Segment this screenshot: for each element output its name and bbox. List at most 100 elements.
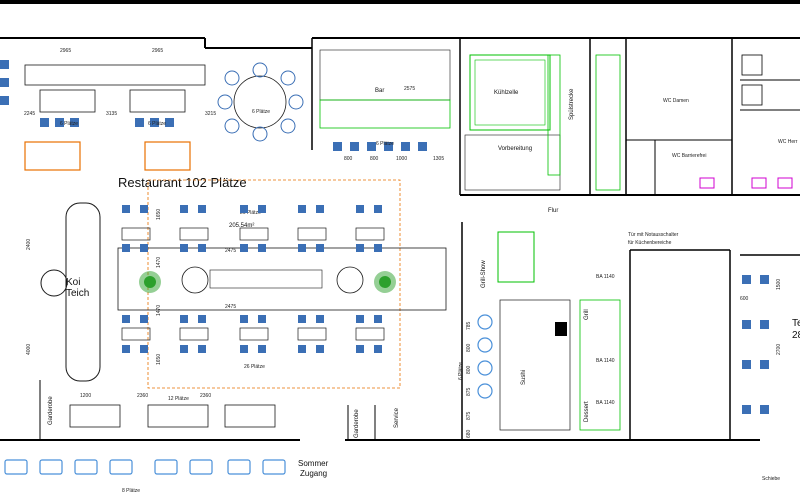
koi-label-2: Teich [66,288,89,299]
bench-center [209,269,323,289]
dim-right-2700: 2700 [776,344,782,355]
dim-bar-800a: 800 [344,156,353,162]
terrace-label-2: 28 [792,330,800,341]
dining-chair [240,244,248,252]
dim-bottom-1200: 1200 [80,393,91,399]
dining-chair [356,345,364,353]
dining-chair [374,244,382,252]
seats-label-12: 12 Plätze [168,396,189,402]
dining-chair [122,244,130,252]
dim-top-2965b: 2965 [152,48,163,54]
dining-table [297,327,327,341]
dining-chair [198,315,206,323]
plant-left [139,271,161,293]
dining-chair [258,315,266,323]
dim-3135: 3135 [106,111,117,117]
dining-chair [258,345,266,353]
kitchen-back: Kühlzelle Vorbereitung Spülstrecke [464,54,575,191]
dining-chair [140,205,148,213]
dim-sushi-800b: 800 [466,365,472,374]
dim-ba-1140c: BA 1140 [596,400,615,406]
dining-chair [374,205,382,213]
seats-label-sushi: 6 Plätze [458,362,464,380]
dining-chair [180,315,188,323]
dim-sushi-800a: 800 [466,343,472,352]
dining-chair [180,244,188,252]
round-table-top: 6 Plätze [217,62,304,142]
wc-damen-label: WC Damen [663,98,689,104]
zugang-label: Zugang [300,469,327,478]
dim-top-2965a: 2965 [60,48,71,54]
booth-area-top-left: 6 Plätze 6 Plätze 2965 2965 2245 3135 32… [0,48,216,171]
koi-label-1: Koi [66,277,80,288]
dining-chair [356,244,364,252]
dining-table [179,227,209,241]
dining-chair [258,244,266,252]
dining-chair [240,205,248,213]
dining-table [179,327,209,341]
dining-chair [198,244,206,252]
bottom-tables: Garderobe Garderobe Service Sommer Zugan… [4,393,400,494]
dining-chair [356,315,364,323]
dim-bar-1000: 1000 [396,156,407,162]
vorbereitung-label: Vorbereitung [498,146,532,152]
seats-label-6c: 6 Plätze [252,109,270,115]
garderobe-label: Garderobe [48,396,54,425]
dining-chair [298,205,306,213]
dim-bottom-2360b: 2360 [200,393,211,399]
dim-ba-1140b: BA 1140 [596,358,615,364]
dim-v-1650b: 1650 [156,354,162,365]
dim-sushi-785: 785 [466,321,472,330]
seats-label-26b: 26 Plätze [244,364,265,370]
dessert-label: Dessert [584,401,590,422]
dim-v-1650a: 1650 [156,209,162,220]
dining-table [355,327,385,341]
spuelstrecke-label: Spülstrecke [569,88,575,120]
plant-right [374,271,396,293]
grill-label: Grill [584,309,590,320]
dining-chair [298,244,306,252]
kuehlzelle-label: Kühlzelle [494,90,519,96]
dim-bar-1305: 1305 [433,156,444,162]
dim-table-2475b: 2475 [225,304,236,310]
wc-herren-label: WC Herr [778,139,798,145]
dim-ba-1140a: BA 1140 [596,274,615,280]
dining-table [297,227,327,241]
dim-sushi-875a: 875 [466,387,472,396]
dining-chair [298,345,306,353]
dining-chair [374,345,382,353]
sushi-grill-kitchen: Grill-Show Sushi Grill Dessert Flur Tür … [458,208,679,438]
dim-bar-2575: 2575 [404,86,415,92]
dining-chair [258,205,266,213]
dining-chair [298,315,306,323]
dim-v-1470a: 1470 [156,257,162,268]
flur-label: Flur [548,208,558,214]
dim-table-2475a: 2475 [225,248,236,254]
grill-show-label: Grill-Show [481,260,487,288]
dim-v-1470b: 1470 [156,305,162,316]
dim-bottom-2360a: 2360 [137,393,148,399]
terrace-label-1: Te [792,318,800,329]
dining-chair [140,244,148,252]
dim-sushi-680: 680 [466,429,472,438]
dining-chair [240,345,248,353]
floor-plan-canvas: 6 Plätze 6 Plätze 2965 2965 2245 3135 32… [0,0,800,494]
dining-chair [122,205,130,213]
seats-label-6b: 6 Plätze [148,121,166,127]
dining-table [239,227,269,241]
notaus-label: Tür mit Notausschalter [628,232,679,238]
dining-chair [316,345,324,353]
seats-label-6d: 6 Plätze [376,141,394,147]
dining-chair [240,315,248,323]
dim-3215: 3215 [205,111,216,117]
dining-chair [356,205,364,213]
dim-bar-800b: 800 [370,156,379,162]
dim-v-2400: 2400 [26,239,32,250]
dining-chair [140,315,148,323]
seats-label-8: 8 Plätze [122,488,140,494]
sushi-label: Sushi [521,370,527,385]
dim-right-600: 600 [740,296,749,302]
wc-barrierefrei-label: WC Barrierefrei [672,153,706,159]
dining-chair [180,345,188,353]
notaus2-label: für Küchenbereiche [628,240,672,246]
